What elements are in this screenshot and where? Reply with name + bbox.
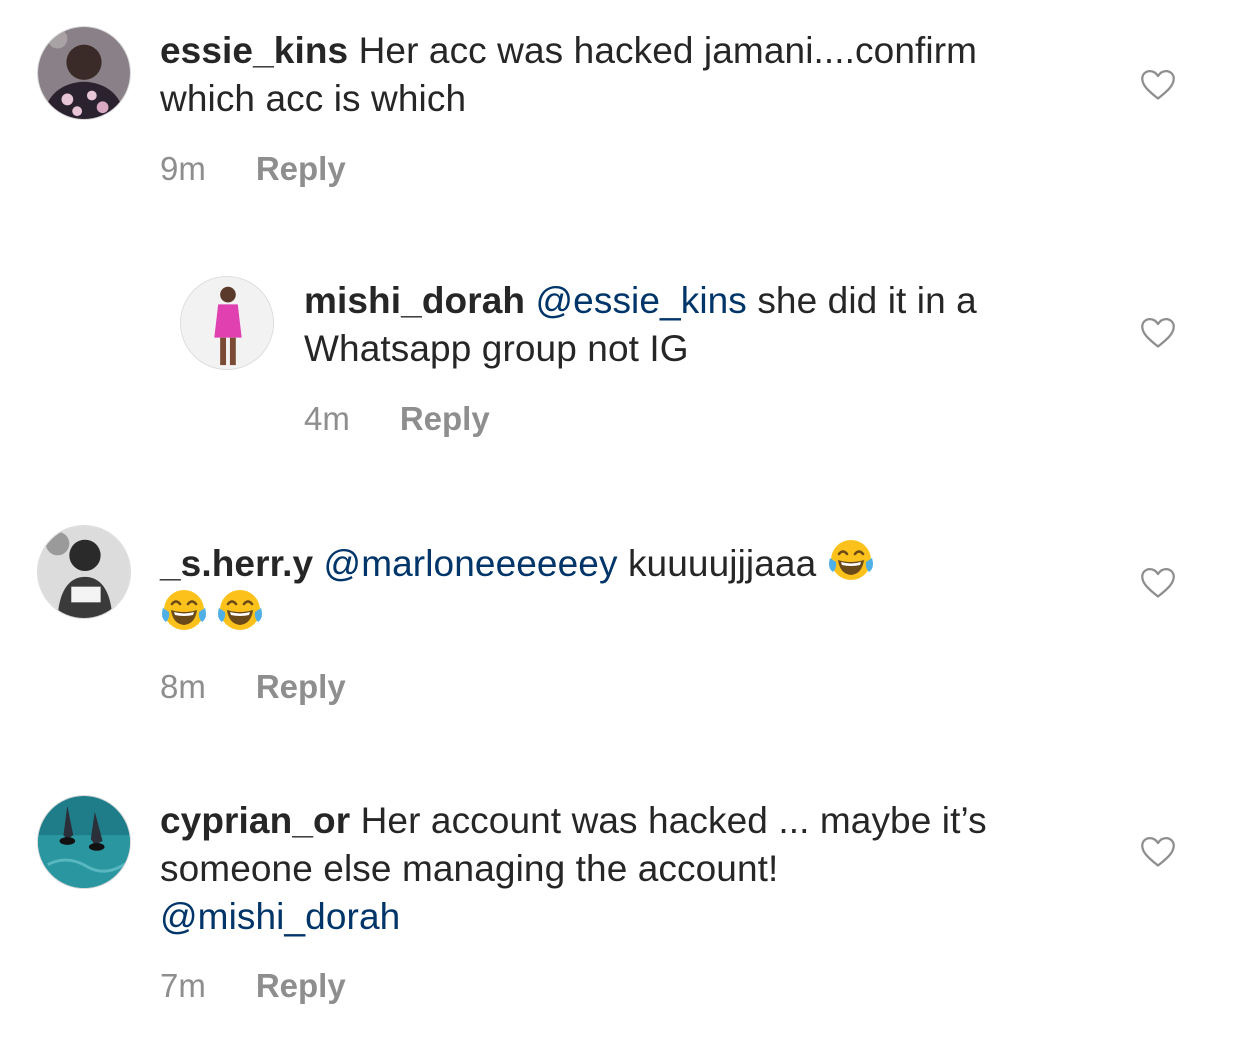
user-avatar-mishi-icon bbox=[181, 277, 273, 369]
heart-outline-icon bbox=[1141, 70, 1175, 100]
avatar[interactable] bbox=[37, 525, 131, 619]
like-button[interactable] bbox=[1140, 836, 1176, 868]
comment-username[interactable]: cyprian_or bbox=[160, 800, 350, 841]
heart-outline-icon bbox=[1141, 318, 1175, 348]
user-avatar-sherry-icon bbox=[38, 526, 130, 618]
reply-button[interactable]: Reply bbox=[256, 668, 346, 706]
comment-username[interactable]: mishi_dorah bbox=[304, 280, 525, 321]
face-with-tears-of-joy-icon bbox=[827, 538, 875, 582]
like-button[interactable] bbox=[1140, 69, 1176, 101]
reply-button[interactable]: Reply bbox=[400, 400, 490, 438]
avatar[interactable] bbox=[37, 26, 131, 120]
user-avatar-essie-icon bbox=[38, 27, 130, 119]
user-avatar-cyprian-icon bbox=[38, 796, 130, 888]
comment-timestamp: 9m bbox=[160, 150, 206, 187]
mention-link[interactable]: @mishi_dorah bbox=[160, 896, 400, 937]
face-with-tears-of-joy-icon bbox=[160, 588, 208, 632]
comment-timestamp: 8m bbox=[160, 668, 206, 705]
comment-username[interactable]: _s.herr.y bbox=[160, 543, 313, 584]
face-with-tears-of-joy-icon bbox=[216, 588, 264, 632]
comment-username[interactable]: essie_kins bbox=[160, 30, 348, 71]
like-button[interactable] bbox=[1140, 567, 1176, 599]
comment-timestamp: 4m bbox=[304, 400, 350, 437]
comment-timestamp: 7m bbox=[160, 967, 206, 1004]
like-button[interactable] bbox=[1140, 317, 1176, 349]
avatar[interactable] bbox=[37, 795, 131, 889]
comment-text: kuuuujjjaaa bbox=[627, 543, 817, 584]
avatar[interactable] bbox=[180, 276, 274, 370]
heart-outline-icon bbox=[1141, 837, 1175, 867]
reply-button[interactable]: Reply bbox=[256, 967, 346, 1005]
reply-button[interactable]: Reply bbox=[256, 150, 346, 188]
heart-outline-icon bbox=[1141, 568, 1175, 598]
mention-link[interactable]: @marloneeeeeey bbox=[324, 543, 618, 584]
mention-link[interactable]: @essie_kins bbox=[536, 280, 747, 321]
